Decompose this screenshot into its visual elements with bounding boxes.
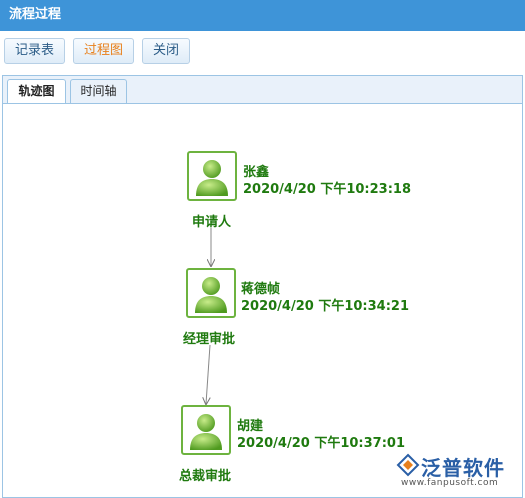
node-role-label: 申请人 <box>192 215 232 230</box>
fanpu-watermark: 泛普软件 www.fanpusoft.com <box>396 452 521 496</box>
edge-2-3 <box>206 344 211 404</box>
watermark-url: www.fanpusoft.com <box>401 478 499 488</box>
fanpu-logo-icon <box>396 453 420 477</box>
user-icon <box>181 405 231 455</box>
node-timestamp: 2020/4/20 下午10:37:01 <box>237 436 406 451</box>
node-timestamp: 2020/4/20 下午10:23:18 <box>243 182 412 197</box>
node-role-label: 经理审批 <box>183 332 236 347</box>
watermark-brand: 泛普软件 <box>421 456 505 480</box>
user-icon <box>186 268 236 318</box>
user-icon <box>187 151 237 201</box>
node-timestamp: 2020/4/20 下午10:34:21 <box>241 299 410 314</box>
node-role-label: 总裁审批 <box>179 469 232 484</box>
